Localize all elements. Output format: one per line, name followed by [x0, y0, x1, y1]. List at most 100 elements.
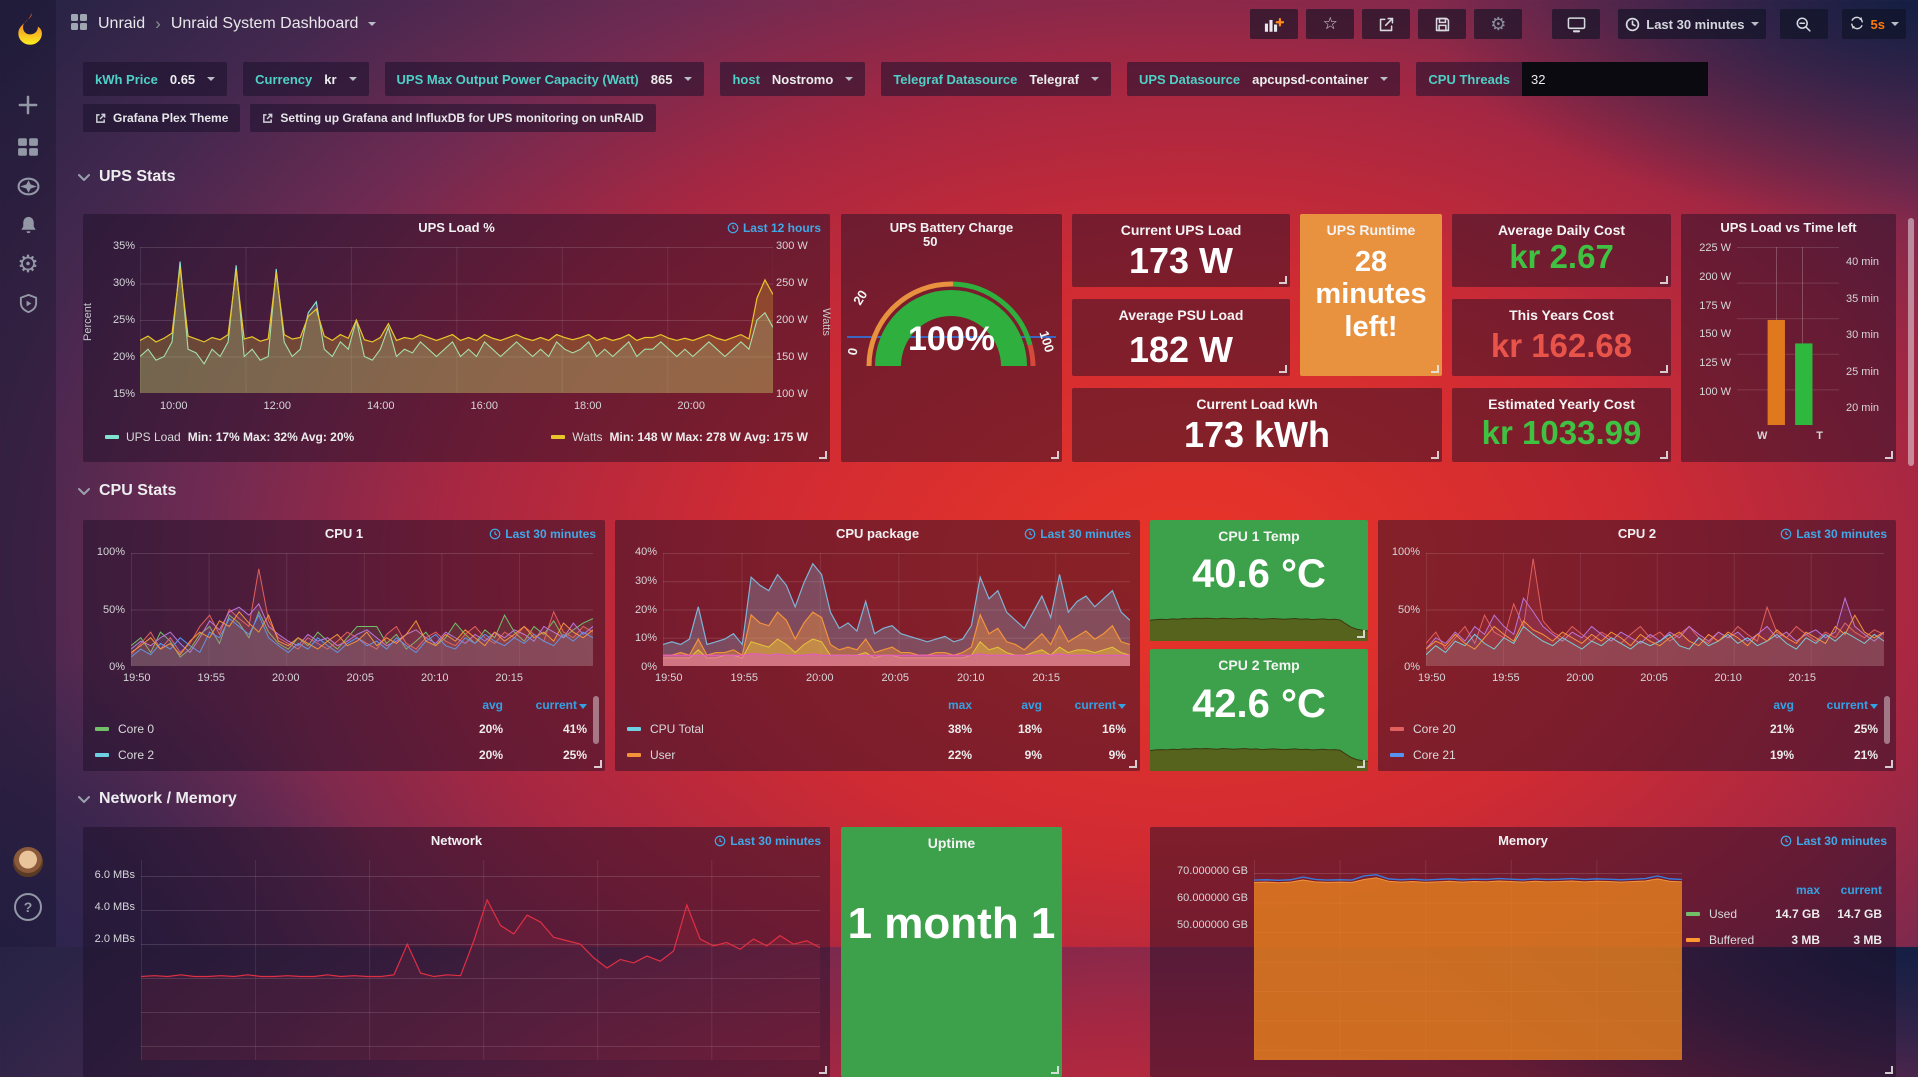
panel-cpu2: CPU 2 Last 30 minutes 100%50%0% 19:5019:… — [1378, 520, 1896, 771]
tick-label: W — [1757, 430, 1767, 442]
tick-label: 20:05 — [346, 672, 374, 684]
network-chart[interactable] — [141, 860, 820, 1060]
legend-sort-avg[interactable]: avg — [1724, 698, 1794, 712]
stat-value: 1 month 1 — [841, 899, 1062, 949]
tick-label: 10% — [635, 632, 657, 644]
variable-host[interactable]: host Nostromo — [720, 62, 865, 96]
add-panel-button[interactable] — [1250, 9, 1298, 39]
legend-swatch — [105, 435, 119, 439]
link-ups-monitoring-guide[interactable]: Setting up Grafana and InfluxDB for UPS … — [250, 104, 655, 132]
legend-series-toggle[interactable]: Core 20 — [1390, 722, 1724, 736]
grafana-logo[interactable] — [0, 8, 56, 48]
legend-series-watts[interactable]: Watts Min: 148 W Max: 278 W Avg: 175 W — [551, 430, 808, 444]
tick-label: 200 W — [776, 314, 808, 326]
save-dashboard-button[interactable] — [1418, 9, 1466, 39]
stat-value: kr 2.67 — [1452, 238, 1671, 276]
refresh-icon[interactable] — [1849, 15, 1865, 34]
star-dashboard-button[interactable]: ☆ — [1306, 9, 1354, 39]
tick-label: 20:00 — [806, 672, 834, 684]
cpu1-chart[interactable] — [131, 553, 593, 666]
tv-kiosk-mode-button[interactable] — [1552, 9, 1600, 39]
variable-ups-max-output[interactable]: UPS Max Output Power Capacity (Watt) 865 — [385, 62, 705, 96]
share-dashboard-button[interactable] — [1362, 9, 1410, 39]
memory-chart[interactable] — [1254, 860, 1682, 1060]
tick-label: 40 min — [1846, 256, 1879, 268]
legend-series-toggle[interactable]: Core 2 — [95, 748, 433, 762]
dashboard-grid-icon[interactable] — [70, 13, 88, 36]
section-cpu-stats[interactable]: CPU Stats — [78, 482, 176, 500]
section-network-memory[interactable]: Network / Memory — [78, 790, 237, 808]
legend-series-toggle[interactable]: CPU Total — [627, 722, 898, 736]
variable-kwh-price[interactable]: kWh Price 0.65 — [83, 62, 227, 96]
external-link-icon — [95, 113, 106, 124]
legend-scrollbar[interactable] — [1884, 696, 1890, 744]
tick-label: 70.000000 GB — [1177, 865, 1248, 877]
legend-sort-current[interactable]: current — [1794, 698, 1878, 712]
section-ups-stats[interactable]: UPS Stats — [78, 168, 175, 186]
refresh-controls[interactable]: 5s — [1842, 9, 1906, 39]
variable-telegraf-datasource[interactable]: Telegraf Datasource Telegraf — [881, 62, 1111, 96]
breadcrumb-home[interactable]: Unraid — [98, 15, 145, 33]
panel-time-range: Last 30 minutes — [1780, 527, 1887, 541]
stat-value: 173 W — [1072, 240, 1290, 282]
legend-sort-max[interactable]: max — [898, 698, 972, 712]
create-icon[interactable] — [0, 88, 56, 122]
tick-label: 30% — [635, 575, 657, 587]
sidebar: ⚙ ? — [0, 0, 56, 947]
tick-label: 19:55 — [730, 672, 758, 684]
x-axis-ticks: 19:5019:5520:0020:0520:1020:15 — [1418, 672, 1816, 684]
legend-sort-avg[interactable]: avg — [972, 698, 1042, 712]
legend-sort-avg[interactable]: avg — [433, 698, 503, 712]
refresh-interval-label[interactable]: 5s — [1871, 17, 1885, 32]
user-avatar[interactable] — [0, 845, 56, 879]
legend-sort-max[interactable]: max — [1758, 883, 1820, 897]
legend-series-toggle[interactable]: Core 0 — [95, 722, 433, 736]
y-axis-title-left: Percent — [82, 303, 94, 341]
gauge-tick-50: 50 — [923, 234, 937, 249]
legend-series-toggle[interactable]: Used — [1686, 907, 1758, 921]
tick-label: 20:10 — [957, 672, 985, 684]
stat-value: 42.6 °C — [1150, 682, 1368, 727]
cpu2-chart[interactable] — [1426, 553, 1884, 666]
page-scrollbar[interactable] — [1908, 218, 1914, 466]
breadcrumb-page-title[interactable]: Unraid System Dashboard — [171, 15, 359, 33]
tick-label: 100% — [97, 546, 125, 558]
dashboard-picker-caret-icon[interactable] — [368, 22, 376, 26]
cpu-threads-input[interactable] — [1522, 62, 1708, 96]
time-range-label: Last 30 minutes — [1646, 17, 1744, 32]
legend-series-ups-load[interactable]: UPS Load Min: 17% Max: 32% Avg: 20% — [105, 430, 354, 444]
dashboards-icon[interactable] — [0, 130, 56, 164]
panel-ups-runtime: UPS Runtime 28 minutes left! — [1300, 214, 1442, 376]
link-grafana-plex-theme[interactable]: Grafana Plex Theme — [83, 104, 240, 132]
variable-ups-datasource[interactable]: UPS Datasource apcupsd-container — [1127, 62, 1400, 96]
stat-value: 182 W — [1072, 329, 1290, 371]
tick-label: 19:55 — [1492, 672, 1520, 684]
legend-table: avg current Core 0 20% 41% Core 2 20% 25… — [95, 694, 587, 768]
chevron-down-icon — [78, 172, 90, 183]
ups-load-vs-time-chart[interactable] — [1737, 247, 1839, 425]
configuration-gear-icon[interactable]: ⚙ — [0, 247, 56, 281]
legend-row: Core 0 20% 41% — [95, 716, 587, 742]
alerting-bell-icon[interactable] — [0, 208, 56, 242]
legend-sort-current[interactable]: current — [503, 698, 587, 712]
variable-currency[interactable]: Currency kr — [243, 62, 368, 96]
ups-load-chart[interactable] — [140, 247, 773, 393]
help-icon[interactable]: ? — [0, 890, 56, 924]
legend-sort-current[interactable]: current — [1820, 883, 1882, 897]
dashboard-settings-button[interactable]: ⚙ — [1474, 9, 1522, 39]
legend-series-toggle[interactable]: User — [627, 748, 898, 762]
explore-compass-icon[interactable] — [0, 169, 56, 203]
x-axis-ticks: 19:5019:5520:0020:0520:1020:15 — [655, 672, 1060, 684]
panel-ups-battery-gauge: UPS Battery Charge 50 20 0 100 100% — [841, 214, 1062, 462]
legend-sort-current[interactable]: current — [1042, 698, 1126, 712]
tick-label: 20 min — [1846, 402, 1879, 414]
server-admin-shield-icon[interactable] — [0, 286, 56, 320]
cpu-package-chart[interactable] — [663, 553, 1130, 666]
legend-scrollbar[interactable] — [593, 696, 599, 744]
panel-time-range: Last 30 minutes — [489, 527, 596, 541]
dashboard-links-row: Grafana Plex Theme Setting up Grafana an… — [83, 104, 656, 132]
zoom-out-time-button[interactable] — [1780, 9, 1828, 39]
time-range-picker[interactable]: Last 30 minutes — [1618, 9, 1765, 39]
legend-series-toggle[interactable]: Core 21 — [1390, 748, 1724, 762]
legend-series-toggle[interactable]: Buffered — [1686, 933, 1758, 947]
